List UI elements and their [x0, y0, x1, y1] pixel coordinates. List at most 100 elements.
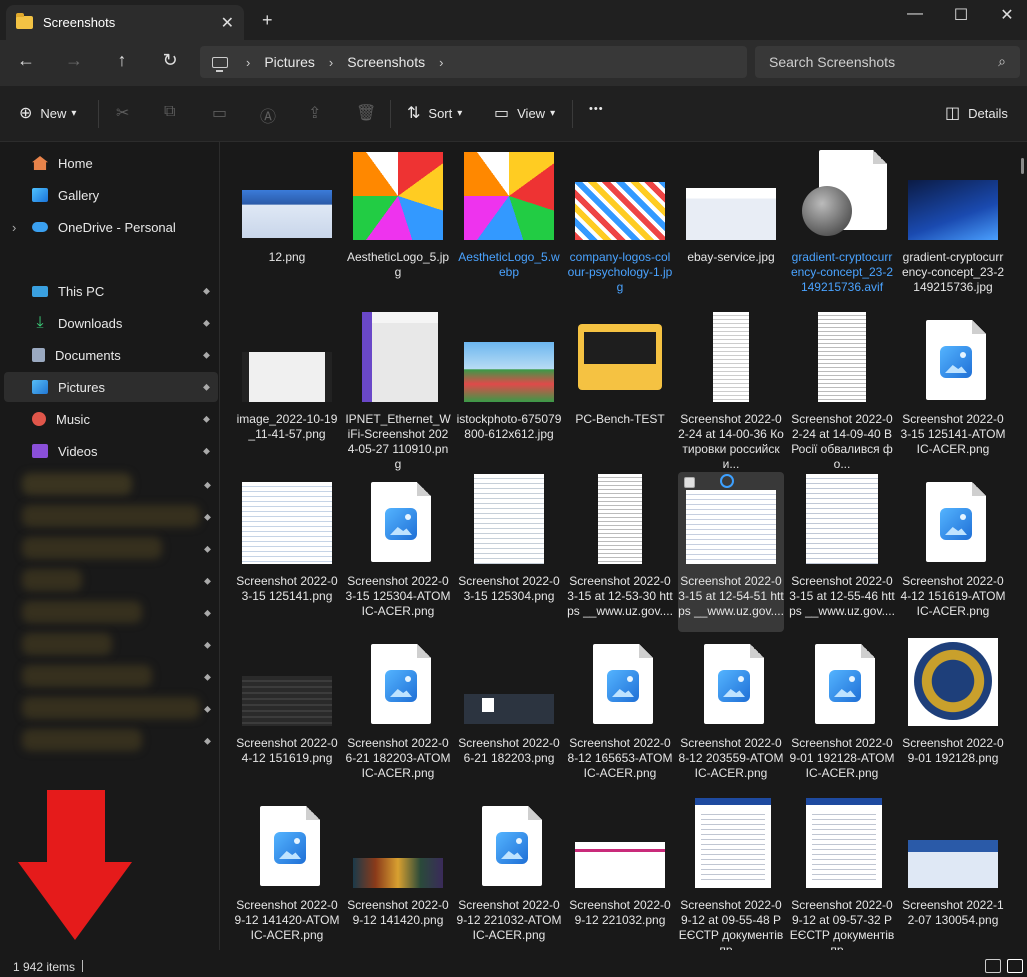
- file-item[interactable]: Screenshot 2022-03-15 125141-ATOMIC-ACER…: [900, 310, 1006, 470]
- cut-button[interactable]: ✂: [116, 103, 137, 123]
- more-options-button[interactable]: •••: [589, 103, 604, 115]
- file-item[interactable]: company-logos-colour-psychology-1.jpg: [567, 148, 673, 294]
- pin-icon[interactable]: ⬥: [203, 446, 210, 457]
- forward-button[interactable]: →: [59, 50, 89, 71]
- pin-icon[interactable]: ⬥: [204, 512, 211, 523]
- up-button[interactable]: ↑: [107, 50, 137, 71]
- file-item[interactable]: gradient-cryptocurrency-concept_23-21492…: [900, 148, 1006, 294]
- file-item[interactable]: Screenshot 2022-09-12 at 09-57-32 РЕЄСТР…: [789, 796, 895, 950]
- file-item[interactable]: AestheticLogo_5.webp: [456, 148, 562, 288]
- file-item[interactable]: Screenshot 2022-06-21 182203.png: [456, 634, 562, 794]
- sort-button[interactable]: ⇅ Sort ▾: [407, 103, 462, 123]
- new-button[interactable]: ⊕ New ▾: [19, 103, 76, 123]
- sidebar-item-home[interactable]: Home: [4, 148, 218, 178]
- file-item[interactable]: ebay-service.jpg: [678, 148, 784, 288]
- file-item[interactable]: Screenshot 2022-06-21 182203-ATOMIC-ACER…: [345, 634, 451, 794]
- search-input[interactable]: Search Screenshots ⌕: [755, 46, 1020, 78]
- share-button[interactable]: ⇪: [308, 103, 329, 123]
- back-button[interactable]: ←: [11, 50, 41, 71]
- delete-button[interactable]: 🗑: [356, 103, 384, 123]
- pin-icon[interactable]: ⬥: [204, 608, 211, 619]
- blurred-folder[interactable]: [22, 697, 200, 719]
- breadcrumb[interactable]: › Pictures › Screenshots ›: [200, 46, 747, 78]
- pin-icon[interactable]: ⬥: [203, 286, 210, 297]
- close-window-button[interactable]: ✕: [987, 5, 1027, 25]
- breadcrumb-separator[interactable]: ›: [246, 55, 250, 70]
- search-icon[interactable]: ⌕: [998, 53, 1006, 70]
- file-item[interactable]: Screenshot 2022-09-12 at 09-55-48 РЕЄСТР…: [678, 796, 784, 950]
- file-item[interactable]: Screenshot 2022-09-12 221032-ATOMIC-ACER…: [456, 796, 562, 950]
- pin-icon[interactable]: ⬥: [203, 414, 210, 425]
- file-item[interactable]: istockphoto-675079800-612x612.jpg: [456, 310, 562, 450]
- breadcrumb-separator[interactable]: ›: [439, 55, 443, 70]
- file-item[interactable]: Screenshot 2022-02-24 at 14-00-36 Котиро…: [678, 310, 784, 471]
- sidebar-item-downloads[interactable]: ⤓ Downloads ⬥: [4, 308, 218, 338]
- blurred-folder[interactable]: [22, 473, 132, 495]
- blurred-folder[interactable]: [22, 569, 82, 591]
- pin-icon[interactable]: ⬥: [204, 480, 211, 491]
- blurred-folder[interactable]: [22, 537, 162, 559]
- pin-icon[interactable]: ⬥: [204, 576, 211, 587]
- select-checkbox[interactable]: [684, 477, 695, 488]
- blurred-folder[interactable]: [22, 633, 112, 655]
- pin-icon[interactable]: ⬥: [204, 640, 211, 651]
- computer-icon[interactable]: [212, 56, 228, 72]
- tab-close-icon[interactable]: ✕: [221, 13, 234, 33]
- file-item[interactable]: Screenshot 2022-03-15 at 12-53-30 https …: [567, 472, 673, 632]
- sidebar-item-this-pc[interactable]: This PC ⬥: [4, 276, 218, 306]
- file-item[interactable]: IPNET_Ethernet_WiFi-Screenshot 2024-05-2…: [345, 310, 451, 471]
- view-button[interactable]: ▭ View ▾: [494, 103, 555, 123]
- pin-icon[interactable]: ⬥: [204, 736, 211, 747]
- scrollbar-thumb[interactable]: [1021, 158, 1024, 174]
- pin-icon[interactable]: ⬥: [204, 672, 211, 683]
- copy-button[interactable]: ⧉: [164, 103, 183, 121]
- file-item[interactable]: AestheticLogo_5.jpg: [345, 148, 451, 288]
- file-item[interactable]: Screenshot 2022-09-12 141420.png: [345, 796, 451, 950]
- chevron-right-icon[interactable]: ›: [12, 220, 16, 235]
- file-item[interactable]: gradient-cryptocurrency-concept_23-21492…: [789, 148, 895, 294]
- file-item[interactable]: Screenshot 2022-03-15 125304-ATOMIC-ACER…: [345, 472, 451, 632]
- breadcrumb-screenshots[interactable]: Screenshots: [347, 54, 425, 70]
- new-tab-button[interactable]: +: [262, 10, 273, 31]
- sidebar-item-documents[interactable]: Documents ⬥: [4, 340, 218, 370]
- blurred-folder[interactable]: [22, 665, 152, 687]
- rename-button[interactable]: Ⓐ: [260, 103, 284, 127]
- file-item[interactable]: Screenshot 2022-04-12 151619.png: [234, 634, 340, 794]
- pin-icon[interactable]: ⬥: [203, 318, 210, 329]
- paste-button[interactable]: ▭: [212, 103, 235, 123]
- sidebar-item-gallery[interactable]: Gallery: [4, 180, 218, 210]
- pin-icon[interactable]: ⬥: [204, 544, 211, 555]
- file-item[interactable]: Screenshot 2022-08-12 203559-ATOMIC-ACER…: [678, 634, 784, 794]
- file-item[interactable]: Screenshot 2022-12-07 130054.png: [900, 796, 1006, 950]
- file-item[interactable]: Screenshot 2022-09-12 141420-ATOMIC-ACER…: [234, 796, 340, 950]
- blurred-folder[interactable]: [22, 729, 142, 751]
- blurred-folder[interactable]: [22, 505, 200, 527]
- sidebar-item-onedrive[interactable]: › OneDrive - Personal: [4, 212, 218, 242]
- sidebar-item-music[interactable]: Music ⬥: [4, 404, 218, 434]
- refresh-button[interactable]: ↻: [155, 50, 185, 71]
- file-item[interactable]: Screenshot 2022-04-12 151619-ATOMIC-ACER…: [900, 472, 1006, 632]
- file-item-hovered[interactable]: Screenshot 2022-03-15 at 12-54-51 https …: [678, 472, 784, 632]
- file-item[interactable]: Screenshot 2022-09-12 221032.png: [567, 796, 673, 950]
- details-button[interactable]: ◫ Details: [945, 103, 1008, 123]
- file-item[interactable]: 12.png: [234, 148, 340, 288]
- file-item[interactable]: Screenshot 2022-09-01 192128.png: [900, 634, 1006, 794]
- file-item[interactable]: Screenshot 2022-03-15 125304.png: [456, 472, 562, 632]
- file-item[interactable]: Screenshot 2022-03-15 at 12-55-46 https …: [789, 472, 895, 632]
- pin-icon[interactable]: ⬥: [203, 382, 210, 393]
- sidebar-item-pictures[interactable]: Pictures ⬥: [4, 372, 218, 402]
- breadcrumb-pictures[interactable]: Pictures: [264, 54, 315, 70]
- minimize-button[interactable]: —: [895, 5, 935, 23]
- vertical-scrollbar[interactable]: [1019, 142, 1027, 950]
- file-item[interactable]: Screenshot 2022-02-24 at 14-09-40 В Росі…: [789, 310, 895, 471]
- blurred-folder[interactable]: [22, 601, 142, 623]
- sidebar-item-videos[interactable]: Videos ⬥: [4, 436, 218, 466]
- pin-icon[interactable]: ⬥: [203, 350, 210, 361]
- file-item[interactable]: Screenshot 2022-03-15 125141.png: [234, 472, 340, 632]
- breadcrumb-separator[interactable]: ›: [329, 55, 333, 70]
- maximize-button[interactable]: ☐: [941, 5, 981, 25]
- tab-screenshots[interactable]: Screenshots ✕: [6, 5, 244, 40]
- large-icons-view-icon[interactable]: [1007, 959, 1023, 973]
- details-view-icon[interactable]: [985, 959, 1001, 973]
- file-item[interactable]: Screenshot 2022-09-01 192128-ATOMIC-ACER…: [789, 634, 895, 794]
